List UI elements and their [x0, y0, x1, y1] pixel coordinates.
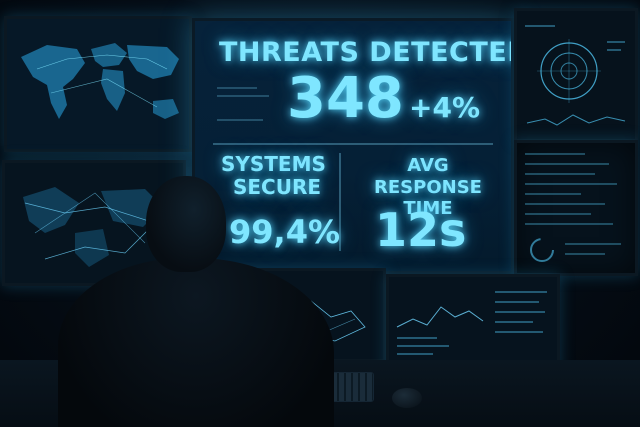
decorative-text-line	[217, 87, 257, 89]
operator-silhouette-head	[146, 176, 226, 272]
log-line	[525, 173, 595, 175]
log-line	[525, 153, 585, 155]
radar-monitor	[514, 8, 638, 142]
systems-secure-value: 99,4%	[229, 213, 341, 251]
log-line	[525, 223, 613, 225]
control-room-scene: THREATS DETECTED 348 +4% SYSTEMS SECURE …	[0, 0, 640, 427]
progress-ring-icon	[530, 238, 554, 262]
systems-secure-label: SYSTEMS SECURE	[221, 152, 326, 199]
log-line	[525, 213, 591, 215]
log-line	[565, 253, 605, 255]
threats-count: 348	[287, 66, 404, 131]
systems-secure-label-line: SYSTEMS	[221, 152, 326, 176]
threats-detected-title: THREATS DETECTED	[219, 37, 514, 68]
world-map-graphic	[7, 19, 189, 149]
radar-gauge-icon	[517, 11, 635, 139]
decorative-text-line	[217, 119, 263, 121]
log-line	[525, 193, 581, 195]
log-line	[525, 183, 617, 185]
analytics-monitor	[386, 274, 560, 372]
avg-response-label-line: AVG RESPONSE	[374, 155, 482, 198]
threats-change-badge: +4%	[409, 91, 480, 124]
log-line	[565, 243, 621, 245]
decorative-text-line	[217, 95, 269, 97]
threat-dashboard-display: THREATS DETECTED 348 +4% SYSTEMS SECURE …	[192, 18, 514, 274]
systems-secure-label-line: SECURE	[232, 175, 321, 199]
log-line	[525, 163, 609, 165]
logs-monitor	[514, 140, 638, 276]
log-line	[525, 203, 605, 205]
section-divider	[213, 143, 493, 145]
avg-response-value: 12s	[375, 203, 467, 257]
world-map-monitor	[4, 16, 192, 152]
mouse	[392, 388, 422, 408]
analytics-graphic	[389, 277, 557, 369]
